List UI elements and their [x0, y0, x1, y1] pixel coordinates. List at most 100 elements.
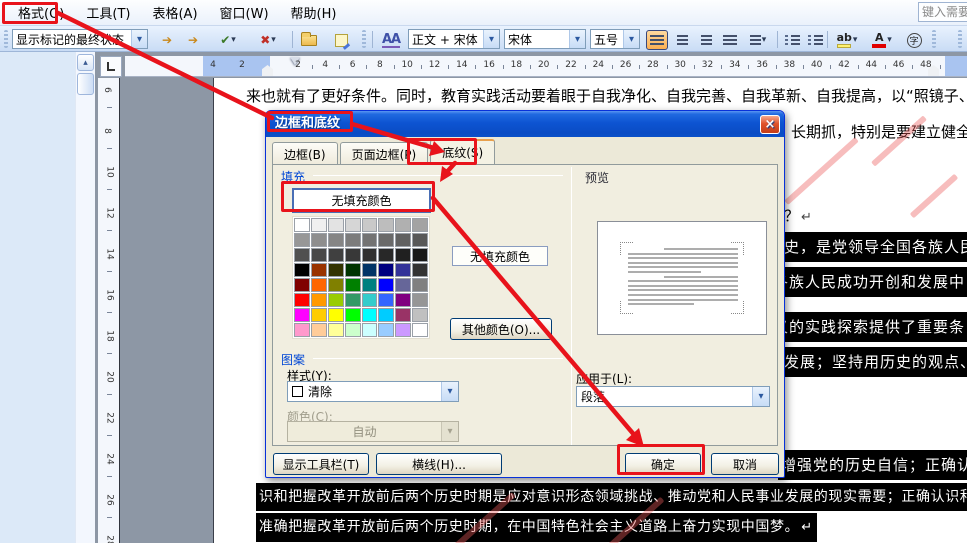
palette-swatch[interactable] [294, 278, 310, 292]
palette-swatch[interactable] [344, 293, 361, 307]
palette-swatch[interactable] [310, 278, 327, 292]
palette-swatch[interactable] [294, 233, 310, 247]
palette-swatch[interactable] [327, 233, 344, 247]
palette-swatch[interactable] [361, 233, 378, 247]
palette-swatch[interactable] [344, 308, 361, 322]
palette-swatch[interactable] [344, 233, 361, 247]
palette-swatch[interactable] [294, 248, 310, 262]
dialog-title-bar[interactable]: 边框和底纹 × [266, 111, 784, 137]
horizontal-ruler[interactable]: 4 2 2 4 6 8 10 12 14 16 18 20 22 24 26 28 30 32 34 36 38 40 42… [125, 56, 967, 77]
palette-swatch[interactable] [294, 263, 310, 277]
palette-swatch[interactable] [310, 263, 327, 277]
chevron-down-icon[interactable]: ▾ [752, 387, 769, 406]
palette-swatch[interactable] [327, 278, 344, 292]
palette-swatch[interactable] [378, 293, 395, 307]
toolbar-grip[interactable] [4, 30, 8, 48]
highlight-button[interactable]: ab ▾ [831, 30, 863, 50]
insert-comment-button[interactable] [330, 30, 352, 50]
tab-borders[interactable]: 边框(B) [272, 142, 338, 164]
ok-button[interactable]: 确定 [625, 453, 701, 475]
palette-swatch[interactable] [361, 278, 378, 292]
menu-help[interactable]: 帮助(H) [281, 0, 349, 25]
chevron-down-icon[interactable]: ▾ [131, 30, 147, 48]
more-colors-button[interactable]: 其他颜色(O)... [450, 318, 552, 340]
palette-swatch[interactable] [395, 323, 412, 337]
palette-swatch[interactable] [412, 308, 428, 322]
align-distribute-button[interactable] [719, 30, 741, 50]
menu-tools[interactable]: 工具(T) [76, 0, 142, 25]
palette-swatch[interactable] [344, 218, 361, 232]
palette-swatch[interactable] [344, 248, 361, 262]
font-size-combo[interactable]: 五号 ▾ [590, 29, 640, 49]
palette-swatch[interactable] [310, 218, 327, 232]
palette-swatch[interactable] [378, 248, 395, 262]
palette-swatch[interactable] [412, 278, 428, 292]
palette-swatch[interactable] [378, 263, 395, 277]
close-button[interactable]: × [760, 115, 780, 134]
palette-swatch[interactable] [395, 278, 412, 292]
palette-swatch[interactable] [294, 308, 310, 322]
vertical-ruler[interactable]: 6 8 10 12 14 16 18 20 22 24 26 28 [98, 78, 120, 543]
toolbar-grip[interactable] [932, 30, 936, 48]
enclose-characters-button[interactable]: 字 [903, 30, 925, 50]
numbering-button[interactable] [781, 30, 803, 50]
chevron-down-icon[interactable]: ▾ [441, 382, 458, 401]
palette-swatch[interactable] [412, 248, 428, 262]
display-for-review-combo[interactable]: 显示标记的最终状态 ▾ [12, 29, 148, 49]
palette-swatch[interactable] [344, 263, 361, 277]
palette-swatch[interactable] [327, 308, 344, 322]
palette-swatch[interactable] [294, 218, 310, 232]
palette-swatch[interactable] [310, 323, 327, 337]
chevron-down-icon[interactable]: ▾ [569, 30, 585, 48]
palette-swatch[interactable] [395, 308, 412, 322]
menu-window[interactable]: 窗口(W) [210, 0, 281, 25]
palette-swatch[interactable] [361, 218, 378, 232]
accept-change-button[interactable]: ✔ ▾ [212, 30, 244, 50]
reviewing-pane-button[interactable] [298, 30, 320, 50]
chevron-down-icon[interactable]: ▾ [483, 30, 499, 48]
chevron-down-icon[interactable]: ▾ [623, 30, 639, 48]
palette-swatch[interactable] [310, 248, 327, 262]
scrollbar-thumb[interactable] [77, 73, 94, 95]
palette-swatch[interactable] [310, 308, 327, 322]
next-change-button[interactable]: ➔ [182, 30, 204, 50]
toolbar-grip[interactable] [362, 30, 366, 48]
palette-swatch[interactable] [344, 278, 361, 292]
palette-swatch[interactable] [378, 278, 395, 292]
chevron-down-icon[interactable]: ▾ [887, 35, 892, 45]
horizontal-line-button[interactable]: 横线(H)... [376, 453, 502, 475]
palette-swatch[interactable] [327, 293, 344, 307]
palette-swatch[interactable] [327, 323, 344, 337]
menu-format[interactable]: 格式(O) [8, 0, 76, 25]
palette-swatch[interactable] [361, 263, 378, 277]
chevron-down-icon[interactable]: ▾ [271, 35, 276, 45]
pattern-style-combo[interactable]: 清除 ▾ [287, 381, 459, 402]
palette-swatch[interactable] [378, 323, 395, 337]
tab-shading[interactable]: 底纹(S) [430, 139, 496, 164]
document-map-pane[interactable] [0, 52, 75, 543]
chevron-down-icon[interactable]: ▾ [853, 35, 858, 45]
palette-swatch[interactable] [412, 218, 428, 232]
palette-swatch[interactable] [395, 248, 412, 262]
palette-swatch[interactable] [412, 323, 428, 337]
palette-swatch[interactable] [327, 263, 344, 277]
palette-swatch[interactable] [395, 233, 412, 247]
align-center-button[interactable] [671, 30, 693, 50]
chevron-down-icon[interactable]: ▾ [231, 35, 236, 45]
palette-swatch[interactable] [310, 233, 327, 247]
palette-swatch[interactable] [294, 293, 310, 307]
palette-swatch[interactable] [294, 323, 310, 337]
no-fill-button[interactable]: 无填充颜色 [452, 246, 548, 266]
palette-swatch[interactable] [395, 293, 412, 307]
scroll-up-button[interactable]: ▴ [77, 54, 94, 71]
palette-swatch[interactable] [361, 248, 378, 262]
no-fill-selected-item[interactable]: 无填充颜色 [292, 188, 431, 213]
align-right-button[interactable] [695, 30, 717, 50]
type-question-box[interactable]: 键入需要 [918, 2, 967, 22]
palette-swatch[interactable] [327, 248, 344, 262]
toolbar-options-grip[interactable] [958, 30, 962, 48]
font-combo[interactable]: 宋体 ▾ [504, 29, 586, 49]
chevron-down-icon[interactable]: ▾ [762, 35, 767, 45]
document-map-scrollbar[interactable]: ▴ [75, 52, 95, 543]
font-color-button[interactable]: A ▾ [866, 30, 898, 50]
